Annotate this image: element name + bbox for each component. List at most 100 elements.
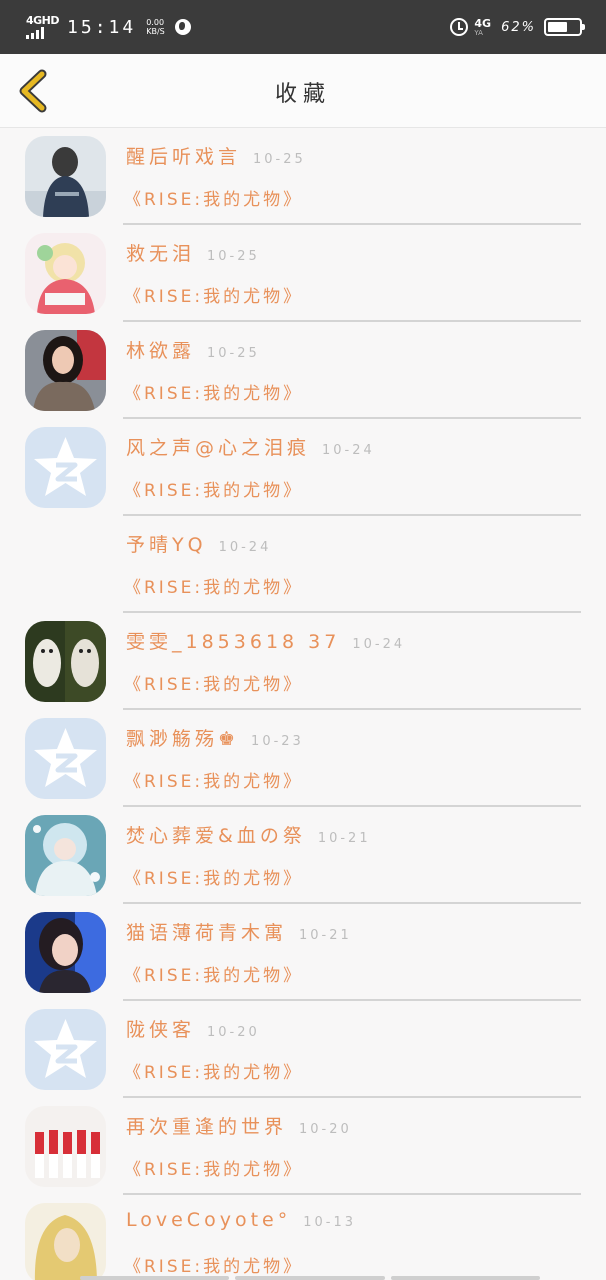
qzone-star-icon — [25, 718, 106, 799]
list-item[interactable]: 飘渺觞殇♚ 10-23 《RISE:我的尤物》 — [0, 710, 606, 807]
list-item[interactable]: LoveCoyote° 10-13 《RISE:我的尤物》 — [0, 1195, 606, 1280]
list-item[interactable]: 予晴YQ 10-24 《RISE:我的尤物》 — [0, 516, 606, 613]
item-header: 陇侠客 10-20 — [126, 1015, 260, 1042]
item-date: 10-24 — [352, 637, 406, 652]
item-date: 10-25 — [207, 346, 260, 361]
item-title[interactable]: 《RISE:我的尤物》 — [124, 961, 303, 986]
item-date: 10-23 — [251, 734, 304, 749]
item-header: 救无泪 10-25 — [126, 239, 260, 266]
item-date: 10-13 — [303, 1215, 356, 1230]
user-name[interactable]: LoveCoyote° — [126, 1209, 291, 1231]
item-date: 10-24 — [322, 443, 375, 458]
speed-unit: KB/S — [146, 27, 165, 36]
avatar[interactable] — [25, 233, 106, 314]
avatar[interactable] — [25, 524, 106, 605]
photo-group-icon — [25, 1106, 106, 1187]
network-type-label: 4G — [474, 16, 492, 30]
globe-icon — [174, 19, 191, 35]
status-bar: 4GHD 15:14 0.00 KB/S 4G YA 62% — [0, 0, 606, 54]
network-type-sub: YA — [474, 28, 483, 37]
avatar[interactable] — [25, 718, 106, 799]
anime-girl-icon — [25, 233, 106, 314]
item-header: 再次重逢的世界 10-20 — [126, 1112, 352, 1139]
list-item[interactable]: 醒后听戏言 10-25 《RISE:我的尤物》 — [0, 128, 606, 225]
item-date: 10-21 — [317, 831, 371, 846]
anime-blue-girl-icon — [25, 815, 106, 896]
list-item[interactable]: 林欲露 10-25 《RISE:我的尤物》 — [0, 322, 606, 419]
item-header: 风之声@心之泪痕 10-24 — [126, 433, 375, 460]
photo-woman-icon — [25, 330, 106, 411]
user-name[interactable]: 焚心葬爱&血の祭 — [126, 821, 306, 848]
item-header: 予晴YQ 10-24 — [126, 530, 271, 557]
avatar[interactable] — [25, 1009, 106, 1090]
item-title[interactable]: 《RISE:我的尤物》 — [124, 573, 303, 598]
list-item[interactable]: 雯雯_1853618 37 10-24 《RISE:我的尤物》 — [0, 613, 606, 710]
avatar[interactable] — [25, 1106, 106, 1187]
item-header: 林欲露 10-25 — [126, 336, 260, 363]
user-name[interactable]: 飘渺觞殇♚ — [126, 724, 239, 751]
battery-level — [548, 22, 567, 32]
user-name[interactable]: 林欲露 — [126, 336, 195, 363]
avatar[interactable] — [25, 427, 106, 508]
list-item[interactable]: 猫语薄荷青木寓 10-21 《RISE:我的尤物》 — [0, 904, 606, 1001]
user-name[interactable]: 风之声@心之泪痕 — [126, 433, 310, 460]
item-header: 猫语薄荷青木寓 10-21 — [126, 918, 352, 945]
list-item[interactable]: 焚心葬爱&血の祭 10-21 《RISE:我的尤物》 — [0, 807, 606, 904]
list-item[interactable]: 风之声@心之泪痕 10-24 《RISE:我的尤物》 — [0, 419, 606, 516]
avatar[interactable] — [25, 1203, 106, 1280]
item-header: LoveCoyote° 10-13 — [126, 1209, 356, 1231]
item-header: 焚心葬爱&血の祭 10-21 — [126, 821, 371, 848]
alarm-clock-icon — [450, 18, 469, 36]
network-type: 4G YA — [474, 18, 491, 37]
item-header: 雯雯_1853618 37 10-24 — [126, 627, 405, 654]
item-title[interactable]: 《RISE:我的尤物》 — [124, 185, 303, 210]
item-title[interactable]: 《RISE:我的尤物》 — [124, 1058, 303, 1083]
item-title[interactable]: 《RISE:我的尤物》 — [124, 864, 303, 889]
photo-girl-icon — [25, 912, 106, 993]
favorites-list: 醒后听戏言 10-25 《RISE:我的尤物》 救无泪 10-25 《RISE:… — [0, 128, 606, 1280]
list-item[interactable]: 救无泪 10-25 《RISE:我的尤物》 — [0, 225, 606, 322]
item-date: 10-20 — [207, 1025, 260, 1040]
photo-girl-back-icon — [25, 136, 106, 217]
avatar[interactable] — [25, 912, 106, 993]
user-name[interactable]: 救无泪 — [126, 239, 195, 266]
scroll-indicator — [80, 1276, 540, 1280]
item-title[interactable]: 《RISE:我的尤物》 — [124, 1252, 303, 1277]
user-name[interactable]: 陇侠客 — [126, 1015, 195, 1042]
photo-dogs-icon — [25, 621, 106, 702]
user-name[interactable]: 醒后听戏言 — [126, 142, 241, 169]
item-date: 10-25 — [207, 249, 260, 264]
app-header: 收藏 — [0, 54, 606, 128]
item-date: 10-21 — [299, 928, 352, 943]
qzone-star-icon — [25, 1009, 106, 1090]
item-date: 10-24 — [218, 540, 272, 555]
list-item[interactable]: 陇侠客 10-20 《RISE:我的尤物》 — [0, 1001, 606, 1098]
item-title[interactable]: 《RISE:我的尤物》 — [124, 282, 303, 307]
battery-icon — [544, 18, 585, 36]
user-name[interactable]: 再次重逢的世界 — [126, 1112, 287, 1139]
battery-percent: 62% — [501, 19, 536, 35]
item-title[interactable]: 《RISE:我的尤物》 — [124, 1155, 303, 1180]
photo-blonde-icon — [25, 1203, 106, 1280]
item-title[interactable]: 《RISE:我的尤物》 — [124, 767, 303, 792]
item-title[interactable]: 《RISE:我的尤物》 — [124, 476, 303, 501]
item-title[interactable]: 《RISE:我的尤物》 — [124, 379, 303, 404]
user-name[interactable]: 予晴YQ — [126, 530, 207, 557]
qzone-star-icon — [25, 427, 106, 508]
item-header: 醒后听戏言 10-25 — [126, 142, 306, 169]
avatar[interactable] — [25, 136, 106, 217]
clock: 15:14 — [67, 16, 137, 38]
item-title[interactable]: 《RISE:我的尤物》 — [124, 670, 303, 695]
user-name[interactable]: 雯雯_1853618 37 — [126, 627, 340, 654]
item-header: 飘渺觞殇♚ 10-23 — [126, 724, 304, 751]
speed-value: 0.00 — [146, 18, 165, 27]
network-label: 4GHD — [26, 14, 60, 27]
avatar[interactable] — [25, 330, 106, 411]
avatar[interactable] — [25, 621, 106, 702]
item-date: 10-25 — [253, 152, 306, 167]
user-name[interactable]: 猫语薄荷青木寓 — [126, 918, 287, 945]
signal-indicator: 4GHD — [26, 14, 60, 39]
item-date: 10-20 — [299, 1122, 352, 1137]
list-item[interactable]: 再次重逢的世界 10-20 《RISE:我的尤物》 — [0, 1098, 606, 1195]
avatar[interactable] — [25, 815, 106, 896]
